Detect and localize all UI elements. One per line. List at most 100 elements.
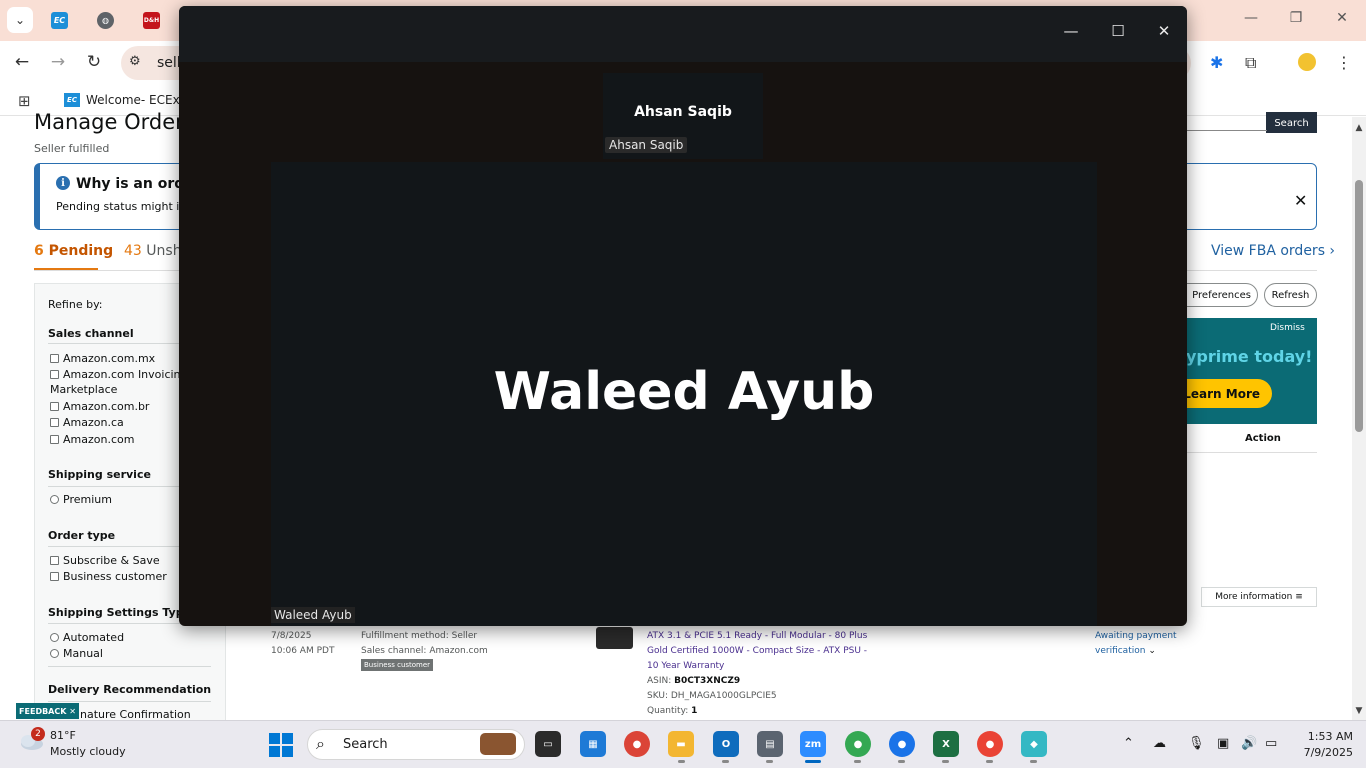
alert-close-icon[interactable]: ✕ — [1294, 191, 1307, 210]
clock-date[interactable]: 7/9/2025 — [1295, 746, 1353, 759]
browser-minimize-icon[interactable]: — — [1231, 10, 1271, 26]
filter-label: Subscribe & Save — [63, 554, 160, 567]
chrome-profile-icon[interactable]: ● — [889, 731, 915, 757]
filter-amazon-ca[interactable]: Amazon.ca — [50, 416, 124, 429]
more-information-button[interactable]: More information ≡ — [1201, 587, 1317, 607]
radio[interactable] — [50, 495, 59, 504]
browser-restore-icon[interactable]: ❐ — [1276, 10, 1316, 26]
file-explorer-icon[interactable]: ▬ — [668, 731, 694, 757]
zoom-titlebar[interactable] — [179, 6, 1187, 62]
feedback-button[interactable]: FEEDBACK ✕ — [16, 703, 79, 719]
battery-icon[interactable]: ▭ — [1265, 736, 1277, 751]
checkbox[interactable] — [50, 556, 59, 565]
order-meta: Fulfillment method: Seller Sales channel:… — [361, 629, 488, 659]
filter-amazon-invoicing[interactable]: Amazon.com Invoicing S — [50, 368, 198, 381]
site-settings-icon[interactable]: ⚙ — [129, 54, 141, 69]
qty-value: 1 — [691, 706, 698, 716]
unshipped-count: 43 — [124, 243, 142, 259]
weather-description[interactable]: Mostly cloudy — [50, 745, 126, 758]
profile-avatar[interactable] — [1298, 53, 1316, 71]
filter-premium[interactable]: Premium — [50, 493, 112, 506]
chrome-profile-icon[interactable]: ● — [845, 731, 871, 757]
search-button[interactable]: Search — [1266, 112, 1317, 133]
extensions-puzzle-icon[interactable]: ⧉ — [1245, 53, 1256, 73]
zoom-app-icon[interactable]: zm — [800, 731, 826, 757]
filter-amazon-com-mx[interactable]: Amazon.com.mx — [50, 352, 155, 365]
zoom-minimize-icon[interactable]: — — [1056, 22, 1086, 40]
microphone-icon[interactable]: 🎙 — [1188, 736, 1205, 751]
display-icon[interactable]: ▣ — [1217, 736, 1229, 751]
filter-amazon-com[interactable]: Amazon.com — [50, 433, 134, 446]
zoom-maximize-icon[interactable]: ☐ — [1103, 22, 1133, 40]
asin-line: ASIN: B0CT3XNCZ9 — [647, 674, 777, 689]
clock-time[interactable]: 1:53 AM — [1295, 730, 1353, 743]
fulfillment-method: Fulfillment method: Seller — [361, 631, 478, 641]
search-highlight-image[interactable] — [480, 733, 516, 755]
microsoft-store-icon[interactable]: ▦ — [580, 731, 606, 757]
refine-shipping-service-heading: Shipping service — [48, 468, 151, 481]
checkbox[interactable] — [50, 370, 59, 379]
sales-channel: Sales channel: Amazon.com — [361, 646, 488, 656]
filter-automated[interactable]: Automated — [50, 631, 124, 644]
asin-label: ASIN: — [647, 676, 672, 686]
page-scrollbar-thumb[interactable] — [1355, 180, 1363, 432]
back-icon[interactable]: ← — [10, 52, 34, 72]
windows-start-icon[interactable] — [269, 733, 293, 757]
forward-icon[interactable]: → — [46, 52, 70, 72]
checkbox[interactable] — [50, 402, 59, 411]
taskbar-running-indicator — [1030, 760, 1037, 763]
refine-order-type-heading: Order type — [48, 529, 116, 542]
taskbar-search-placeholder[interactable]: Search — [343, 737, 388, 752]
order-status[interactable]: Awaiting payment verification ⌄ — [1095, 629, 1177, 659]
weather-temp[interactable]: 81°F — [50, 729, 76, 742]
product-thumbnail[interactable] — [596, 627, 633, 649]
browser-close-icon[interactable]: ✕ — [1322, 10, 1362, 26]
scroll-down-icon[interactable]: ▼ — [1353, 706, 1365, 716]
tab-favicon-ecexpress[interactable]: EC — [51, 12, 68, 29]
filter-label: Marketplace — [50, 383, 118, 396]
tab-pending[interactable]: 6 Pending — [34, 243, 113, 259]
filter-manual[interactable]: Manual — [50, 647, 103, 660]
app-icon[interactable]: ◆ — [1021, 731, 1047, 757]
globe-icon[interactable]: ◍ — [97, 12, 114, 29]
chrome-profile-icon[interactable]: ● — [977, 731, 1003, 757]
calculator-icon[interactable]: ▤ — [757, 731, 783, 757]
cloud-offline-icon[interactable]: ☁ — [1153, 736, 1166, 751]
tab-search-dropdown[interactable]: ⌄ — [7, 7, 33, 33]
filter-label: Manual — [63, 647, 103, 660]
taskbar-running-indicator — [854, 760, 861, 763]
reload-icon[interactable]: ↻ — [82, 52, 106, 72]
checkbox[interactable] — [50, 354, 59, 363]
task-view-icon[interactable]: ▭ — [535, 731, 561, 757]
checkbox[interactable] — [50, 418, 59, 427]
filter-business-customer[interactable]: Business customer — [50, 570, 167, 583]
filter-amazon-com-br[interactable]: Amazon.com.br — [50, 400, 149, 413]
extension-icon[interactable]: ✱ — [1210, 53, 1223, 72]
bookmark-ecexpress[interactable]: Welcome- ECExpr — [86, 93, 192, 107]
tab-unshipped[interactable]: 43 Unshi — [124, 243, 185, 259]
excel-icon[interactable]: X — [933, 731, 959, 757]
refresh-button[interactable]: Refresh — [1264, 283, 1317, 307]
taskbar-active-indicator — [805, 760, 821, 763]
search-input[interactable] — [1187, 130, 1267, 131]
pending-label: Pending — [48, 243, 114, 259]
tab-favicon-dh[interactable]: D&H — [143, 12, 160, 29]
product-title-link[interactable]: ATX 3.1 & PCIE 5.1 Ready - Full Modular … — [647, 629, 872, 674]
chevron-up-icon[interactable]: ⌃ — [1123, 736, 1134, 751]
radio[interactable] — [50, 649, 59, 658]
chrome-icon[interactable]: ● — [624, 731, 650, 757]
scroll-up-icon[interactable]: ▲ — [1353, 123, 1365, 133]
outlook-icon[interactable]: O — [713, 731, 739, 757]
banner-dismiss-link[interactable]: Dismiss — [1270, 323, 1305, 333]
zoom-close-icon[interactable]: ✕ — [1149, 22, 1179, 40]
checkbox[interactable] — [50, 572, 59, 581]
radio[interactable] — [50, 633, 59, 642]
apps-grid-icon[interactable]: ⊞ — [18, 92, 31, 110]
volume-icon[interactable]: 🔊 — [1241, 736, 1257, 751]
filter-label: Amazon.ca — [63, 416, 124, 429]
refine-delivery-rec-heading: Delivery Recommendation — [48, 683, 212, 696]
browser-menu-icon[interactable]: ⋮ — [1336, 53, 1352, 72]
view-fba-orders-link[interactable]: View FBA orders › — [1211, 243, 1335, 259]
filter-subscribe-save[interactable]: Subscribe & Save — [50, 554, 160, 567]
checkbox[interactable] — [50, 435, 59, 444]
